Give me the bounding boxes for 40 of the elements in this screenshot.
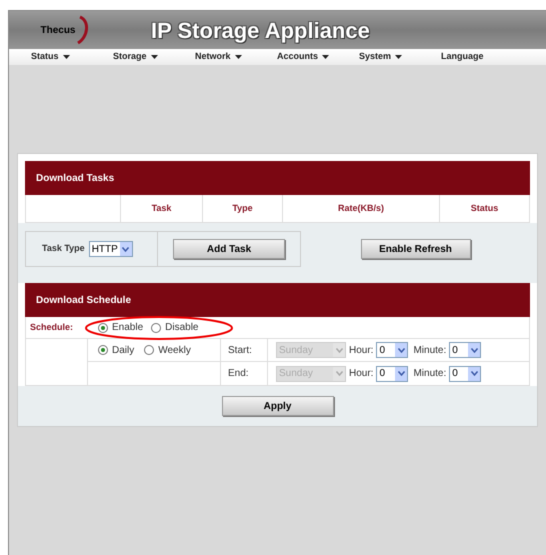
radio-option[interactable]: Enable <box>98 320 144 335</box>
nav-menu-item[interactable]: Language <box>441 50 523 64</box>
action-button[interactable]: Apply <box>222 396 334 416</box>
radio-option[interactable]: Daily <box>98 342 134 358</box>
task-type-label: Task Type <box>42 242 85 256</box>
minute-label: Minute: <box>413 344 446 358</box>
hour-label: Hour: <box>349 367 374 381</box>
caret-icon <box>62 55 70 59</box>
nav-menu-item[interactable]: System <box>359 50 441 64</box>
radio-option[interactable]: Weekly <box>144 342 191 358</box>
dropdown[interactable]: 0 <box>449 366 482 382</box>
time-label: Start: <box>221 339 268 361</box>
caret-icon <box>322 55 330 59</box>
column-header: Status <box>470 202 500 215</box>
column-header: Task <box>121 195 203 222</box>
column-header: Type <box>203 195 283 222</box>
nav-menu-item[interactable]: Accounts <box>277 50 359 64</box>
time-label: End: <box>221 362 268 385</box>
action-button[interactable]: Add Task <box>173 239 285 259</box>
action-button[interactable]: Enable Refresh <box>360 239 470 259</box>
logo-swoosh-icon <box>76 15 90 45</box>
caret-icon <box>150 55 158 59</box>
nav-menu-item[interactable]: Network <box>195 50 277 64</box>
dropdown[interactable]: HTTP <box>88 241 133 257</box>
nav-menu-item[interactable]: Storage <box>113 50 195 64</box>
section-header: Download Schedule <box>25 283 530 317</box>
minute-label: Minute: <box>413 367 446 381</box>
dropdown[interactable]: 0 <box>449 342 482 358</box>
caret-icon <box>395 55 402 59</box>
dropdown[interactable]: 0 <box>376 342 408 358</box>
column-header: Rate(KB/s) <box>283 195 440 222</box>
logo-text: Thecus <box>40 24 76 38</box>
dropdown[interactable]: 0 <box>376 366 408 382</box>
hour-label: Hour: <box>349 344 374 358</box>
banner-title: IP Storage Appliance <box>151 16 370 45</box>
scheduler-label: Schedule: <box>29 320 74 334</box>
section-header: Download Tasks <box>25 161 530 195</box>
radio-option[interactable]: Disable <box>151 320 198 335</box>
nav-menu-item[interactable]: Status <box>31 50 113 64</box>
caret-icon <box>234 55 242 59</box>
